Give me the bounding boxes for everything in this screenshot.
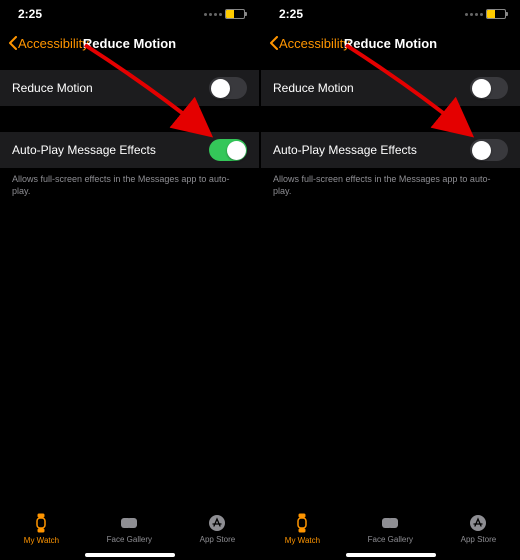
- row-autoplay[interactable]: Auto-Play Message Effects: [0, 132, 259, 168]
- chevron-left-icon: [269, 36, 278, 50]
- caption: Allows full-screen effects in the Messag…: [261, 168, 520, 197]
- toggle-reduce-motion[interactable]: [470, 77, 508, 99]
- tab-face-gallery[interactable]: Face Gallery: [368, 514, 413, 544]
- tab-label: App Store: [461, 535, 497, 544]
- status-bar: 2:25: [0, 0, 259, 28]
- cellular-indicator: [465, 13, 483, 16]
- toggle-autoplay[interactable]: [209, 139, 247, 161]
- back-label: Accessibility: [279, 36, 350, 51]
- tab-app-store[interactable]: App Store: [200, 514, 236, 544]
- back-button[interactable]: Accessibility: [269, 36, 350, 51]
- cellular-indicator: [204, 13, 222, 16]
- tab-label: My Watch: [24, 536, 59, 545]
- watch-icon: [294, 513, 310, 533]
- chevron-left-icon: [8, 36, 17, 50]
- row-label: Auto-Play Message Effects: [12, 143, 156, 157]
- appstore-icon: [208, 514, 226, 532]
- screen-right: 2:25 Accessibility Reduce Motion Reduce …: [261, 0, 520, 560]
- status-time: 2:25: [18, 7, 42, 21]
- tab-bar: My Watch Face Gallery App Store: [261, 504, 520, 560]
- battery-icon: [486, 9, 506, 19]
- gallery-icon: [381, 514, 399, 532]
- toggle-autoplay[interactable]: [470, 139, 508, 161]
- row-reduce-motion[interactable]: Reduce Motion: [261, 70, 520, 106]
- back-label: Accessibility: [18, 36, 89, 51]
- screen-left: 2:25 Accessibility Reduce Motion Reduce …: [0, 0, 259, 560]
- tab-my-watch[interactable]: My Watch: [24, 513, 59, 545]
- status-bar: 2:25: [261, 0, 520, 28]
- back-button[interactable]: Accessibility: [8, 36, 89, 51]
- tab-label: Face Gallery: [107, 535, 152, 544]
- page-title: Reduce Motion: [344, 36, 437, 51]
- content: Reduce Motion Auto-Play Message Effects …: [0, 58, 259, 504]
- home-indicator[interactable]: [85, 553, 175, 557]
- row-autoplay[interactable]: Auto-Play Message Effects: [261, 132, 520, 168]
- page-title: Reduce Motion: [83, 36, 176, 51]
- tab-face-gallery[interactable]: Face Gallery: [107, 514, 152, 544]
- caption: Allows full-screen effects in the Messag…: [0, 168, 259, 197]
- status-time: 2:25: [279, 7, 303, 21]
- tab-bar: My Watch Face Gallery App Store: [0, 504, 259, 560]
- row-reduce-motion[interactable]: Reduce Motion: [0, 70, 259, 106]
- row-label: Reduce Motion: [12, 81, 93, 95]
- tab-label: App Store: [200, 535, 236, 544]
- tab-app-store[interactable]: App Store: [461, 514, 497, 544]
- tab-label: Face Gallery: [368, 535, 413, 544]
- row-label: Reduce Motion: [273, 81, 354, 95]
- appstore-icon: [469, 514, 487, 532]
- nav-bar: Accessibility Reduce Motion: [0, 28, 259, 58]
- watch-icon: [33, 513, 49, 533]
- tab-label: My Watch: [285, 536, 320, 545]
- toggle-reduce-motion[interactable]: [209, 77, 247, 99]
- battery-icon: [225, 9, 245, 19]
- nav-bar: Accessibility Reduce Motion: [261, 28, 520, 58]
- home-indicator[interactable]: [346, 553, 436, 557]
- row-label: Auto-Play Message Effects: [273, 143, 417, 157]
- content: Reduce Motion Auto-Play Message Effects …: [261, 58, 520, 504]
- gallery-icon: [120, 514, 138, 532]
- tab-my-watch[interactable]: My Watch: [285, 513, 320, 545]
